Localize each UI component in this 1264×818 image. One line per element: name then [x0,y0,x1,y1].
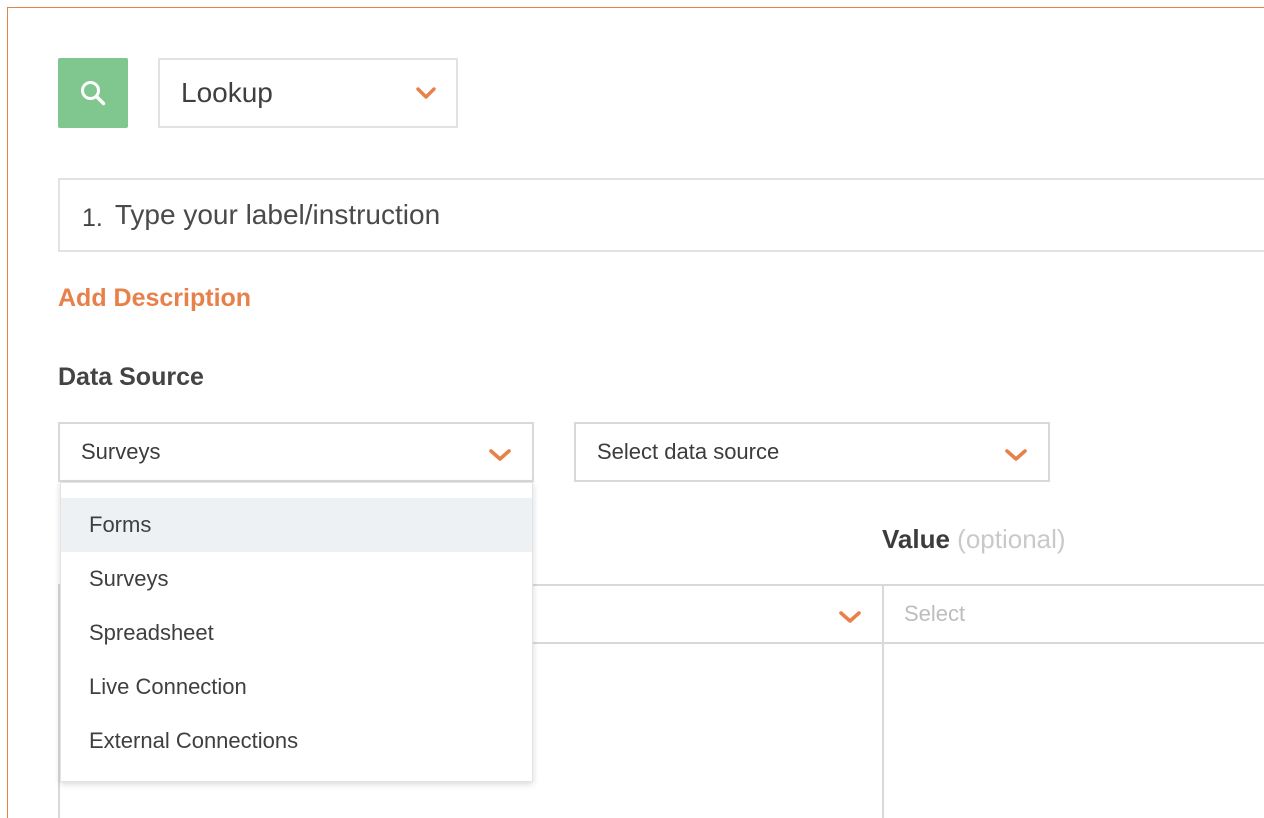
question-type-select[interactable]: Lookup [158,58,458,128]
data-source-select[interactable]: Select data source [574,422,1050,482]
search-button[interactable] [58,58,128,128]
dropdown-option-live-connection[interactable]: Live Connection [61,660,532,714]
data-source-heading: Data Source [58,363,204,391]
dropdown-option-spreadsheet[interactable]: Spreadsheet [61,606,532,660]
optional-label: (optional) [957,524,1066,554]
value-select[interactable]: Select [904,601,965,627]
question-number: 1. [82,203,103,232]
value-label: Value [882,524,950,554]
chevron-down-icon[interactable] [838,610,862,624]
question-label-text: Type your label/instruction [114,199,441,230]
source-type-select[interactable]: Surveys [58,422,534,482]
value-column-header: Value (optional) [882,524,1066,555]
add-description-link[interactable]: Add Description [58,284,251,313]
dropdown-option-surveys[interactable]: Surveys [61,552,532,606]
question-type-value: Lookup [181,77,273,108]
source-type-dropdown-menu: Forms Surveys Spreadsheet Live Connectio… [60,482,533,782]
chevron-down-icon [1005,449,1027,461]
question-label-input[interactable]: 1. Type your label/instruction [58,178,1264,252]
chevron-down-icon [416,87,436,99]
source-type-value: Surveys [81,439,161,464]
search-icon [81,81,106,106]
chevron-down-icon [489,449,511,461]
dropdown-option-forms[interactable]: Forms [61,498,532,552]
dropdown-option-external-connections[interactable]: External Connections [61,714,532,768]
data-source-value: Select data source [597,439,780,464]
table-column-divider [882,584,884,818]
